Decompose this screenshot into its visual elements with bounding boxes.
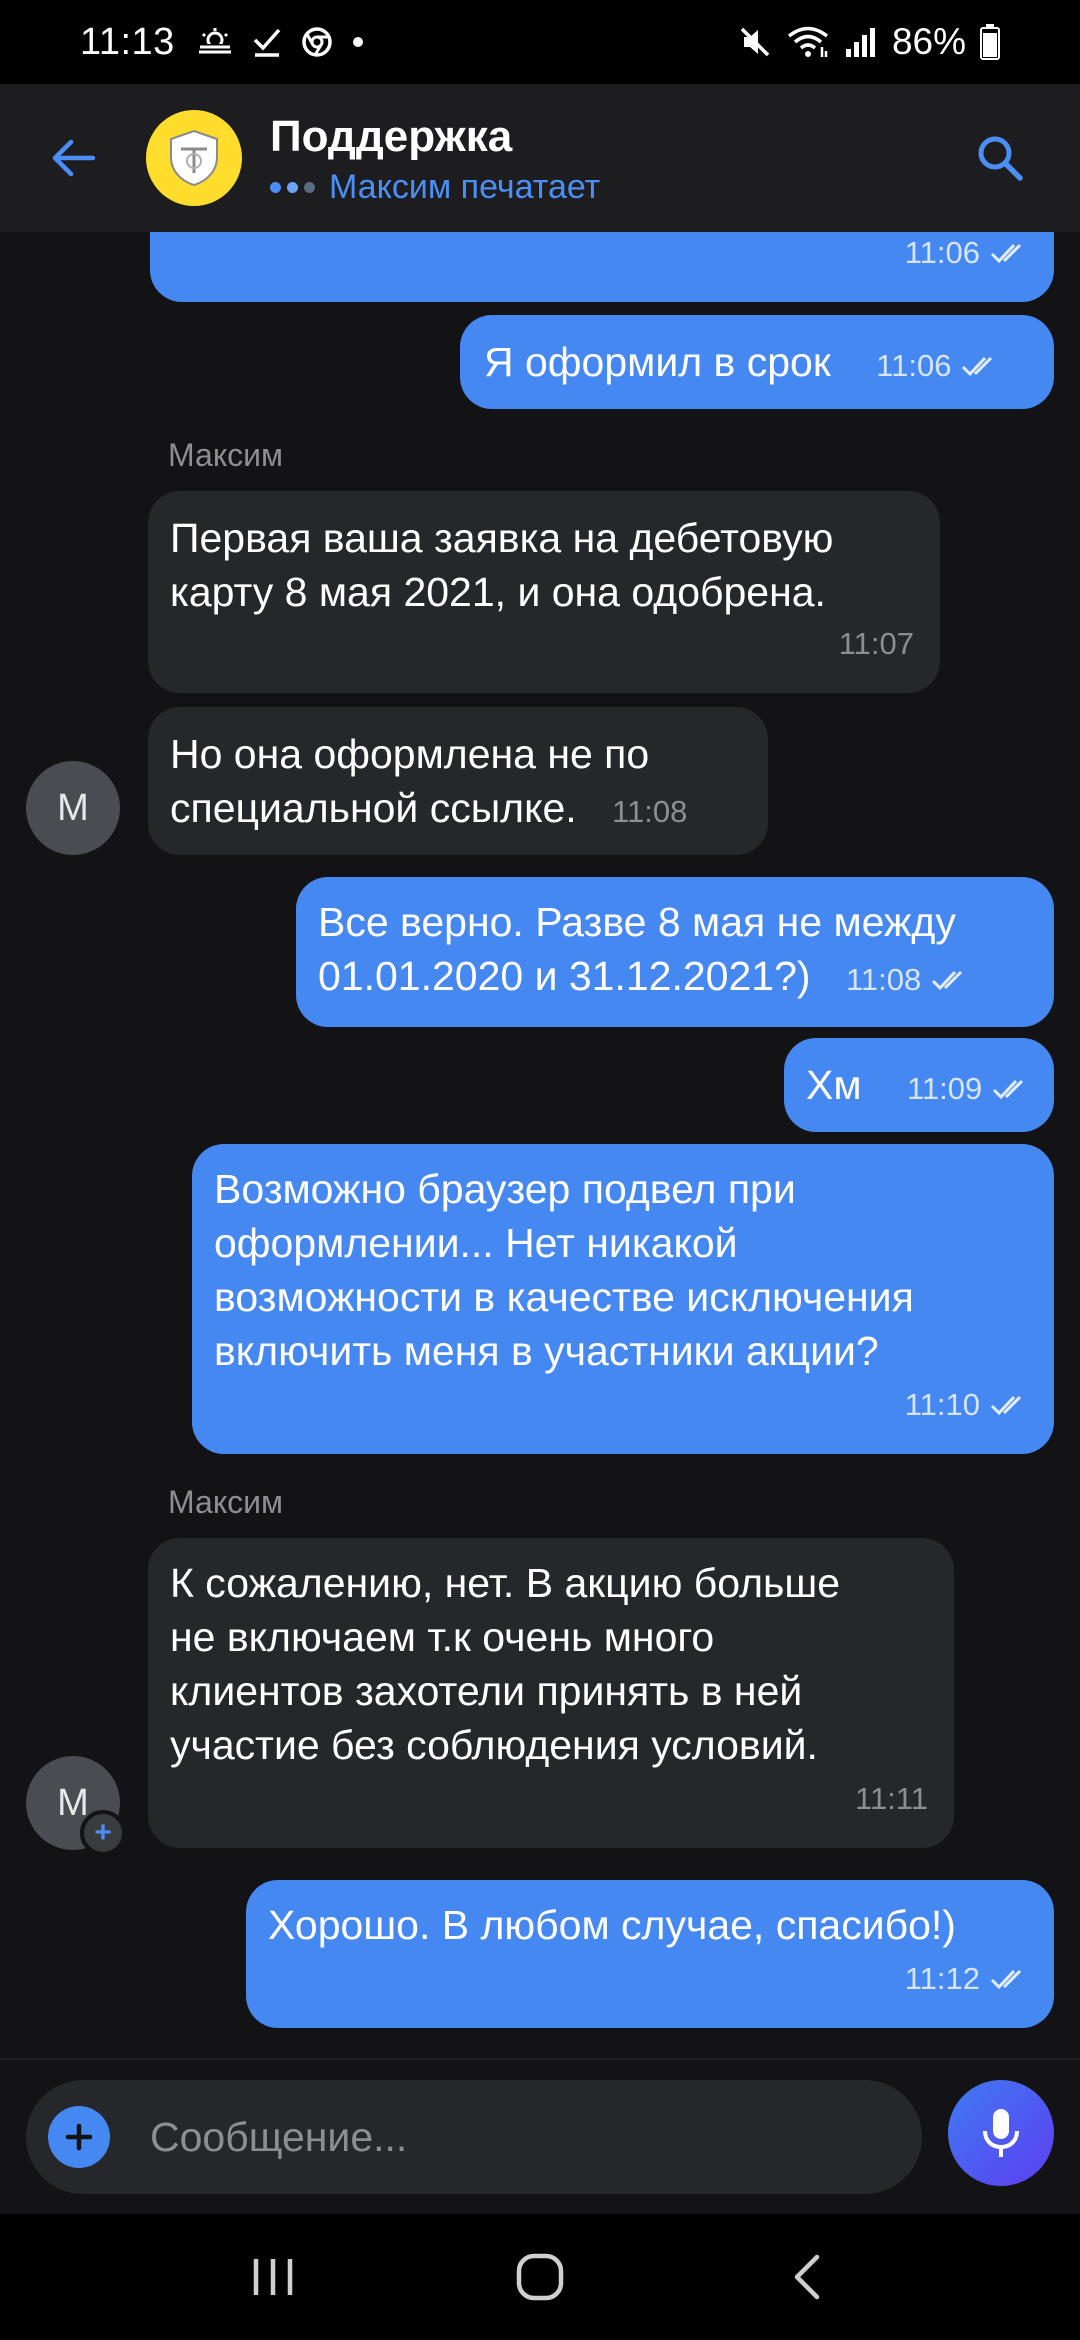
recent-apps-icon — [254, 2259, 293, 2295]
double-check-icon — [932, 970, 963, 991]
dot-icon — [351, 35, 365, 49]
status-icons-left — [196, 26, 365, 58]
message-text-line: возможности в качестве исключения — [214, 1274, 914, 1320]
message-time: 11:06 — [904, 235, 980, 270]
status-icons-right: 86% — [738, 21, 1000, 63]
signal-icon — [844, 25, 878, 59]
message-text-line: оформлении... Нет никакой — [214, 1220, 738, 1266]
wifi-icon — [786, 25, 830, 59]
message-text-line: Первая ваша заявка на дебетовую — [170, 515, 834, 561]
bank-shield-icon — [170, 129, 218, 187]
message-text-line: карту 8 мая 2021, и она одобрена. — [170, 569, 826, 615]
back-nav-button[interactable] — [747, 2227, 867, 2327]
arrow-left-icon — [52, 139, 95, 177]
message-text-line: специальной ссылке. — [170, 785, 577, 831]
message-time: 11:12 — [904, 1961, 980, 1996]
double-check-icon — [990, 243, 1022, 264]
message-meta: 11:09 — [907, 1062, 1030, 1116]
message-time: 11:09 — [906, 1071, 983, 1106]
message-text-line: К сожалению, нет. В акцию больше — [170, 1560, 841, 1606]
message-text-line: клиентов захотели принять в ней — [170, 1668, 803, 1714]
message-text-line: участие без соблюдения условий. — [170, 1722, 818, 1768]
message-text-line-with-time: 01.01.2020 и 31.12.2021?) 11:08 — [318, 949, 1032, 1007]
message-bubble-outgoing[interactable]: Возможно браузер подвел при оформлении..… — [192, 1144, 1054, 1454]
check-icon — [251, 26, 283, 58]
chevron-left-icon — [794, 2254, 819, 2300]
message-text-line: Возможно браузер подвел при — [214, 1166, 796, 1212]
message-time: 11:07 — [838, 626, 914, 661]
message-text-line: не включаем т.к очень много — [170, 1614, 715, 1660]
chat-title: Поддержка — [270, 111, 513, 161]
message-text: Хорошо. В любом случае, спасибо!) — [268, 1902, 956, 1948]
message-input-container — [26, 2080, 922, 2194]
message-time: 11:10 — [904, 1387, 980, 1422]
battery-percent: 86% — [891, 21, 966, 62]
message-text: Я оформил в срок — [484, 339, 831, 385]
message-text-line-with-time: специальной ссылке. 11:08 — [170, 781, 746, 839]
add-contact-icon[interactable]: + — [80, 1810, 126, 1856]
search-button[interactable] — [960, 118, 1040, 198]
message-text-line: включить меня в участники акции? — [214, 1328, 879, 1374]
mute-icon — [738, 25, 772, 59]
message-meta: 11:12 — [905, 1952, 1028, 2006]
typing-dots-icon — [270, 181, 315, 193]
double-check-icon — [993, 1079, 1024, 1100]
chat-header: Поддержка Максим печатает — [0, 84, 1080, 232]
message-list[interactable]: 11:06 Я оформил в срок 11:06 Максим Перв… — [0, 232, 1080, 2058]
message-input[interactable] — [150, 2113, 870, 2161]
status-bar: 11:13 86% — [0, 0, 1080, 84]
message-meta: 11:10 — [905, 1378, 1028, 1432]
recent-apps-button[interactable] — [213, 2227, 333, 2327]
message-bubble-incoming[interactable]: К сожалению, нет. В акцию больше не вклю… — [148, 1538, 954, 1848]
message-meta: 11:06 — [905, 232, 1028, 280]
message-text-line: Все верно. Разве 8 мая не между — [318, 899, 956, 945]
back-button[interactable] — [0, 84, 146, 232]
sender-name: Максим — [168, 1484, 284, 1520]
message-text-line: Но она оформлена не по — [170, 731, 650, 777]
double-check-icon — [990, 1395, 1022, 1416]
double-check-icon — [990, 1969, 1022, 1990]
message-bubble-outgoing[interactable]: 11:06 — [150, 232, 1054, 302]
message-bubble-outgoing[interactable]: Я оформил в срок 11:06 — [460, 315, 1054, 409]
home-icon — [516, 2253, 564, 2301]
message-time: 11:06 — [876, 348, 952, 383]
message-bubble-incoming[interactable]: Но она оформлена не по специальной ссылк… — [148, 707, 768, 855]
double-check-icon — [962, 356, 993, 377]
message-time: 11:11 — [855, 1781, 928, 1816]
home-button[interactable] — [480, 2227, 600, 2327]
header-text: Поддержка Максим печатает — [270, 110, 600, 207]
status-time: 11:13 — [80, 20, 175, 63]
message-bubble-outgoing[interactable]: Хм 11:09 — [784, 1038, 1054, 1132]
message-text-line: 01.01.2020 и 31.12.2021?) — [318, 953, 811, 999]
message-meta: 11:06 — [876, 339, 999, 393]
weather-icon — [196, 26, 233, 58]
avatar[interactable]: М — [26, 761, 120, 855]
voice-record-button[interactable] — [948, 2080, 1054, 2186]
bank-logo-avatar[interactable] — [146, 110, 242, 206]
typing-indicator: Максим печатает — [270, 168, 600, 207]
system-nav-bar — [0, 2214, 1080, 2340]
typing-status: Максим печатает — [329, 167, 601, 206]
message-bubble-outgoing[interactable]: Хорошо. В любом случае, спасибо!) 11:12 — [246, 1880, 1054, 2028]
message-bubble-incoming[interactable]: Первая ваша заявка на дебетовую карту 8 … — [148, 491, 940, 693]
message-bubble-outgoing[interactable]: Все верно. Разве 8 мая не между 01.01.20… — [296, 877, 1054, 1027]
chrome-icon — [301, 26, 333, 58]
message-meta: 11:08 — [846, 953, 969, 1007]
plus-icon — [65, 2123, 93, 2151]
search-icon — [978, 136, 1023, 181]
composer — [0, 2058, 1080, 2214]
battery-icon — [980, 24, 1000, 60]
message-time: 11:08 — [612, 794, 688, 829]
sender-name: Максим — [168, 437, 284, 473]
microphone-icon — [983, 2109, 1019, 2157]
attach-button[interactable] — [48, 2106, 110, 2168]
message-text: Хм — [806, 1062, 862, 1108]
message-time: 11:08 — [845, 962, 922, 997]
avatar-initial: М — [57, 786, 89, 829]
